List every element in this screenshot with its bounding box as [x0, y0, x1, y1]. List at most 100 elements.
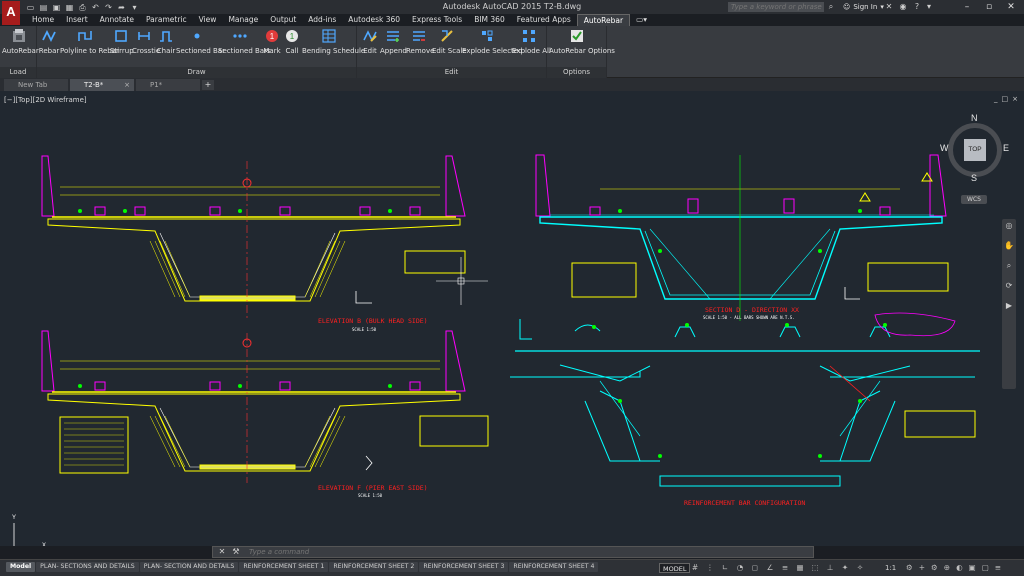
bending-schedule-button[interactable]: Bending Schedule — [302, 28, 365, 55]
doc-tab-p1[interactable]: P1* — [136, 79, 200, 91]
cad-drawing[interactable]: ELEVATION B (BULK HEAD SIDE) SCALE 1:50 — [0, 91, 1024, 546]
maximize-button[interactable]: ▫ — [978, 0, 1000, 14]
annotation-scale[interactable]: 1:1 — [885, 563, 896, 573]
layout-tab-plan-section-details[interactable]: PLAN- SECTION AND DETAILS — [139, 562, 239, 572]
snap-icon[interactable]: ⋮ — [705, 563, 715, 573]
viewport-restore-button[interactable]: □ — [1002, 95, 1009, 103]
tab-view[interactable]: View — [193, 14, 223, 26]
new-icon[interactable]: ▭ — [26, 3, 35, 12]
steering-wheel-icon[interactable]: ◎ — [1002, 219, 1016, 233]
tab-output[interactable]: Output — [264, 14, 302, 26]
autorebar-options-button[interactable]: AutoRebar Options — [549, 28, 615, 55]
tab-annotate[interactable]: Annotate — [94, 14, 140, 26]
gear-icon[interactable]: ⚙ — [906, 563, 913, 572]
explode-all-button[interactable]: Explode All — [512, 28, 551, 55]
doc-tab-new[interactable]: New Tab — [4, 79, 68, 91]
layout-tab-model[interactable]: Model — [6, 562, 36, 572]
showmotion-icon[interactable]: ▶ — [1002, 299, 1016, 313]
stay-connected-icon[interactable]: ◉ — [898, 2, 908, 12]
otrack-icon[interactable]: ∠ — [765, 563, 775, 573]
wrench-icon[interactable]: ⚒ — [231, 547, 241, 557]
customization-menu-icon[interactable]: ≡ — [995, 563, 1001, 572]
mark-button[interactable]: 1 Mark — [262, 28, 282, 55]
layout-tab-plan-sections-details[interactable]: PLAN- SECTIONS AND DETAILS — [36, 562, 139, 572]
chair-button[interactable]: Chair — [156, 28, 176, 55]
viewcube-top-face[interactable]: TOP — [964, 139, 986, 161]
tab-express-tools[interactable]: Express Tools — [406, 14, 468, 26]
close-button[interactable]: ✕ — [1000, 0, 1022, 14]
workspace-icon[interactable]: ⚙ — [931, 563, 938, 572]
undo-icon[interactable]: ↶ — [91, 3, 100, 12]
tab-add-ins[interactable]: Add-ins — [302, 14, 342, 26]
orbit-icon[interactable]: ⟳ — [1002, 279, 1016, 293]
edit-button[interactable]: Edit — [360, 28, 380, 55]
sectioned-bars-button[interactable]: Sectioned Bars — [218, 28, 271, 55]
tab-autorebar[interactable]: AutoRebar — [576, 14, 631, 26]
layout-tab-reinforcement-1[interactable]: REINFORCEMENT SHEET 1 — [239, 562, 329, 572]
zoom-icon[interactable]: ⌕ — [1002, 259, 1016, 273]
compass-north[interactable]: N — [971, 113, 978, 123]
viewport-controls-label[interactable]: [−][Top][2D Wireframe] — [4, 96, 87, 104]
model-space-button[interactable]: MODEL — [659, 563, 691, 573]
hardware-acceleration-icon[interactable]: ▣ — [969, 563, 976, 572]
viewcube[interactable]: TOP N S E W — [940, 113, 1010, 185]
tab-manage[interactable]: Manage — [222, 14, 264, 26]
wcs-menu-button[interactable]: WCS — [961, 195, 987, 204]
stirrup-button[interactable]: Stirrup — [110, 28, 134, 55]
doc-tab-t2-b[interactable]: T2-B* × — [70, 79, 134, 91]
layout-tab-reinforcement-2[interactable]: REINFORCEMENT SHEET 2 — [329, 562, 419, 572]
tab-home[interactable]: Home — [26, 14, 60, 26]
lineweight-icon[interactable]: ≡ — [780, 563, 790, 573]
save-icon[interactable]: ▣ — [52, 3, 61, 12]
pan-icon[interactable]: ✋ — [1002, 239, 1016, 253]
tab-bim-360[interactable]: BIM 360 — [468, 14, 511, 26]
viewport-close-button[interactable]: × — [1012, 95, 1018, 103]
redo-icon[interactable]: ↷ — [104, 3, 113, 12]
sectioned-bar-button[interactable]: Sectioned Bar — [176, 28, 225, 55]
print-icon[interactable]: ⎙ — [78, 3, 87, 12]
crosstie-button[interactable]: Crosstie — [132, 28, 160, 55]
viewport-minimize-button[interactable]: _ — [994, 95, 998, 103]
compass-south[interactable]: S — [971, 173, 977, 183]
annotation-monitor-icon[interactable]: ⊕ — [944, 563, 950, 572]
clean-screen-icon[interactable]: ▢ — [982, 563, 989, 572]
layout-tab-reinforcement-3[interactable]: REINFORCEMENT SHEET 3 — [419, 562, 509, 572]
tab-autodesk-360[interactable]: Autodesk 360 — [342, 14, 406, 26]
close-icon[interactable]: × — [124, 79, 130, 91]
minimize-button[interactable]: – — [956, 0, 978, 14]
append-button[interactable]: Append — [380, 28, 407, 55]
call-button[interactable]: 1 Call — [282, 28, 302, 55]
tab-featured-apps[interactable]: Featured Apps — [511, 14, 577, 26]
search-input[interactable] — [728, 2, 824, 12]
help-icon[interactable]: ? — [912, 2, 922, 12]
dynamic-ucs-icon[interactable]: ⊥ — [825, 563, 835, 573]
new-tab-button[interactable]: + — [202, 80, 214, 90]
search-icon[interactable]: ⌕ — [826, 2, 836, 12]
polar-icon[interactable]: ◔ — [735, 563, 745, 573]
share-icon[interactable]: ➦ — [117, 3, 126, 12]
rebar-button[interactable]: Rebar — [38, 28, 60, 55]
grid-icon[interactable]: # — [690, 563, 700, 573]
edit-scale-button[interactable]: Edit Scale — [432, 28, 467, 55]
drawing-canvas[interactable]: ELEVATION B (BULK HEAD SIDE) SCALE 1:50 — [0, 91, 1024, 546]
annotation-visibility-icon[interactable]: ✦ — [840, 563, 850, 573]
compass-west[interactable]: W — [940, 143, 949, 153]
layout-tab-reinforcement-4[interactable]: REINFORCEMENT SHEET 4 — [509, 562, 599, 572]
command-input[interactable] — [249, 547, 789, 557]
ortho-icon[interactable]: ∟ — [720, 563, 730, 573]
isolate-objects-icon[interactable]: ◐ — [956, 563, 963, 572]
polyline-to-rebar-button[interactable]: Polyline to Rebar — [60, 28, 119, 55]
qat-dropdown-icon[interactable]: ▾ — [130, 3, 139, 12]
application-menu-button[interactable]: A — [2, 1, 20, 25]
selection-cycling-icon[interactable]: ⬚ — [810, 563, 820, 573]
sign-in-button[interactable]: ☺ Sign In ▾ — [843, 2, 884, 12]
osnap-icon[interactable]: ◻ — [750, 563, 760, 573]
explode-selected-button[interactable]: Explode Selected — [462, 28, 523, 55]
close-icon[interactable]: ✕ — [217, 547, 227, 557]
open-icon[interactable]: ▤ — [39, 3, 48, 12]
transparency-icon[interactable]: ▦ — [795, 563, 805, 573]
compass-east[interactable]: E — [1003, 143, 1009, 153]
plus-icon[interactable]: + — [919, 563, 925, 572]
exchange-apps-icon[interactable]: ✕ — [884, 2, 894, 12]
ribbon-options-icon[interactable]: ▭▾ — [630, 14, 653, 26]
